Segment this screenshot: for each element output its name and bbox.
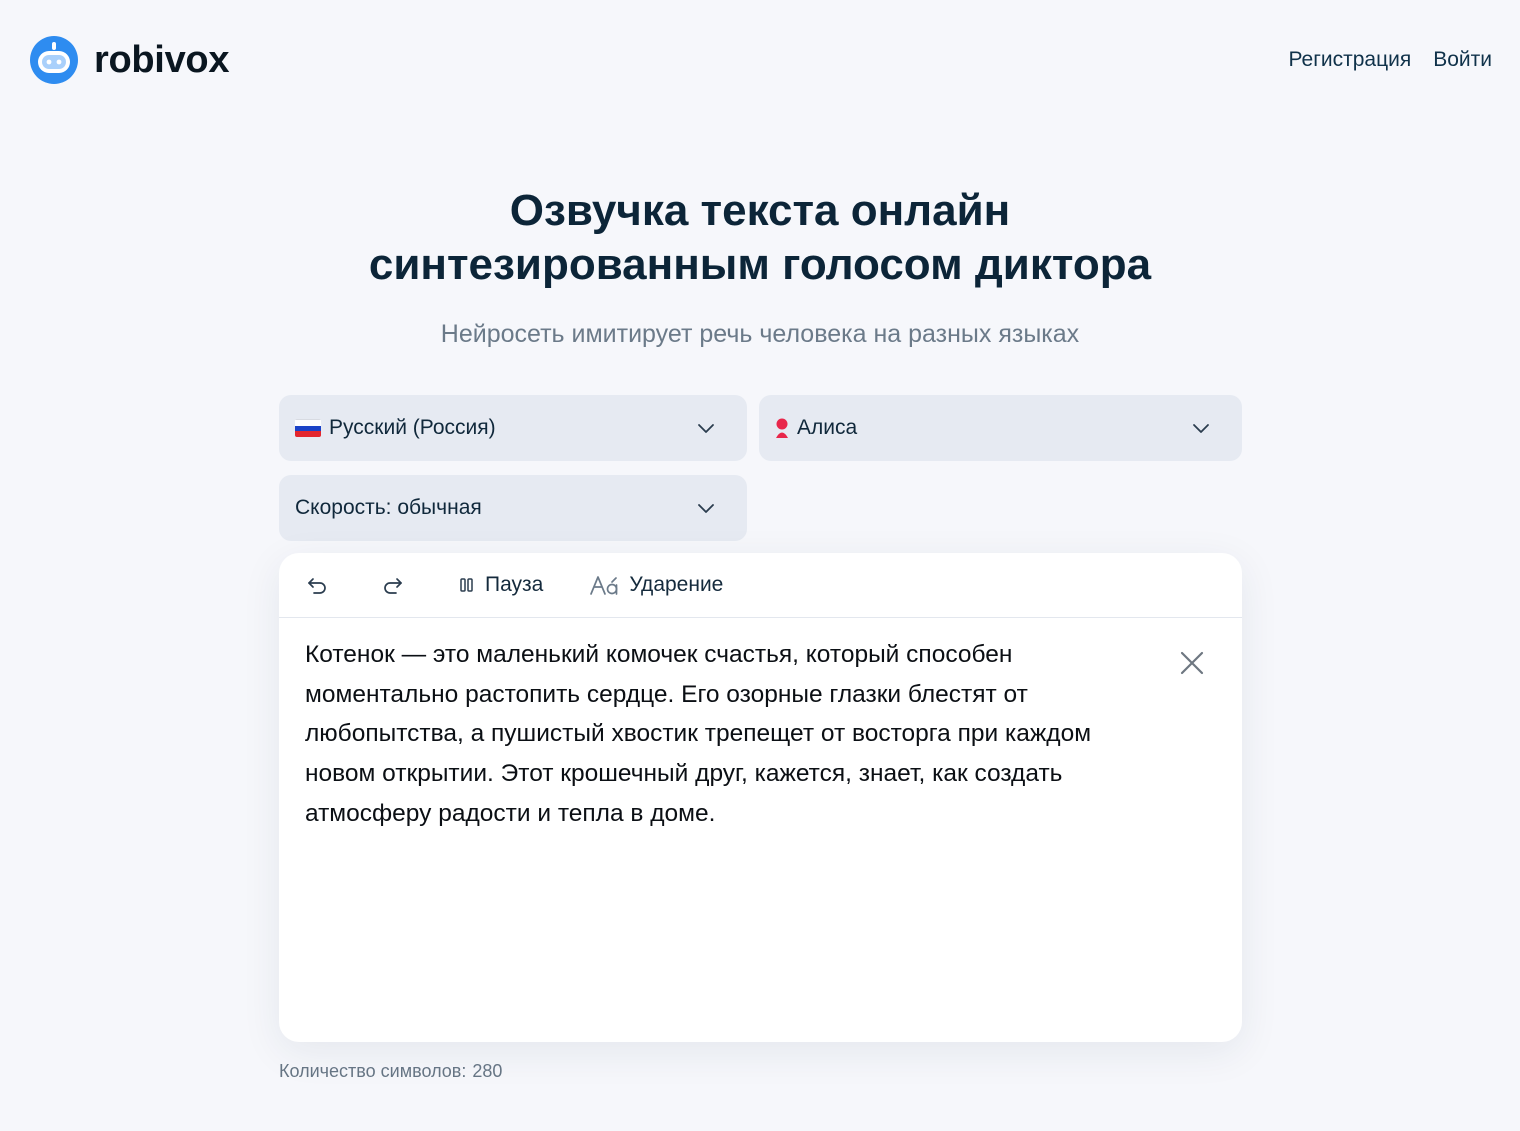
chevron-down-icon xyxy=(698,424,714,433)
char-counter-value: 280 xyxy=(472,1061,503,1081)
voice-label: Алиса xyxy=(797,416,858,439)
stress-label: Ударение xyxy=(629,573,724,596)
stress-button[interactable]: Ударение xyxy=(589,573,723,597)
brand-name: robivox xyxy=(94,38,230,81)
register-link[interactable]: Регистрация xyxy=(1288,48,1411,72)
undo-icon xyxy=(308,578,326,594)
login-link[interactable]: Войти xyxy=(1433,48,1492,72)
robot-logo-icon xyxy=(30,36,78,84)
language-label: Русский (Россия) xyxy=(329,416,496,439)
pause-button[interactable]: Пауза xyxy=(457,573,543,597)
undo-button[interactable] xyxy=(305,573,329,597)
speed-label: Скорость: обычная xyxy=(295,496,482,519)
redo-icon xyxy=(384,578,402,594)
female-voice-icon xyxy=(776,418,788,438)
clear-text-icon[interactable] xyxy=(1178,649,1206,677)
page: robivox Регистрация Войти Озвучка текста… xyxy=(0,0,1520,1131)
voice-value: Алиса xyxy=(775,416,1190,440)
speed-select[interactable]: Скорость: обычная xyxy=(279,475,747,541)
page-title: Озвучка текста онлайн синтезированным го… xyxy=(0,184,1520,292)
char-counter-label: Количество символов: xyxy=(279,1061,467,1081)
stress-icon xyxy=(590,576,618,595)
logo[interactable]: robivox xyxy=(28,34,229,86)
title-line-2: синтезированным голосом диктора xyxy=(368,240,1152,289)
editor-card: Пауза Ударение Котенок — это маленький к… xyxy=(279,553,1242,1042)
voice-select[interactable]: Алиса xyxy=(759,395,1242,461)
chevron-down-icon xyxy=(698,504,714,513)
editor-toolbar: Пауза Ударение xyxy=(279,553,1242,618)
language-select[interactable]: Русский (Россия) xyxy=(279,395,747,461)
text-editor[interactable]: Котенок — это маленький комочек счастья,… xyxy=(305,635,1165,834)
pause-icon xyxy=(460,578,473,592)
russia-flag-icon xyxy=(295,419,321,437)
redo-button[interactable] xyxy=(381,573,405,597)
title-line-1: Озвучка текста онлайн xyxy=(509,186,1011,235)
chevron-down-icon xyxy=(1193,424,1209,433)
language-value: Русский (Россия) xyxy=(295,416,695,440)
top-nav: Регистрация Войти xyxy=(1288,48,1492,72)
pause-label: Пауза xyxy=(485,573,544,596)
char-counter: Количество символов: 280 xyxy=(279,1061,502,1082)
page-subtitle: Нейросеть имитирует речь человека на раз… xyxy=(440,320,1080,348)
